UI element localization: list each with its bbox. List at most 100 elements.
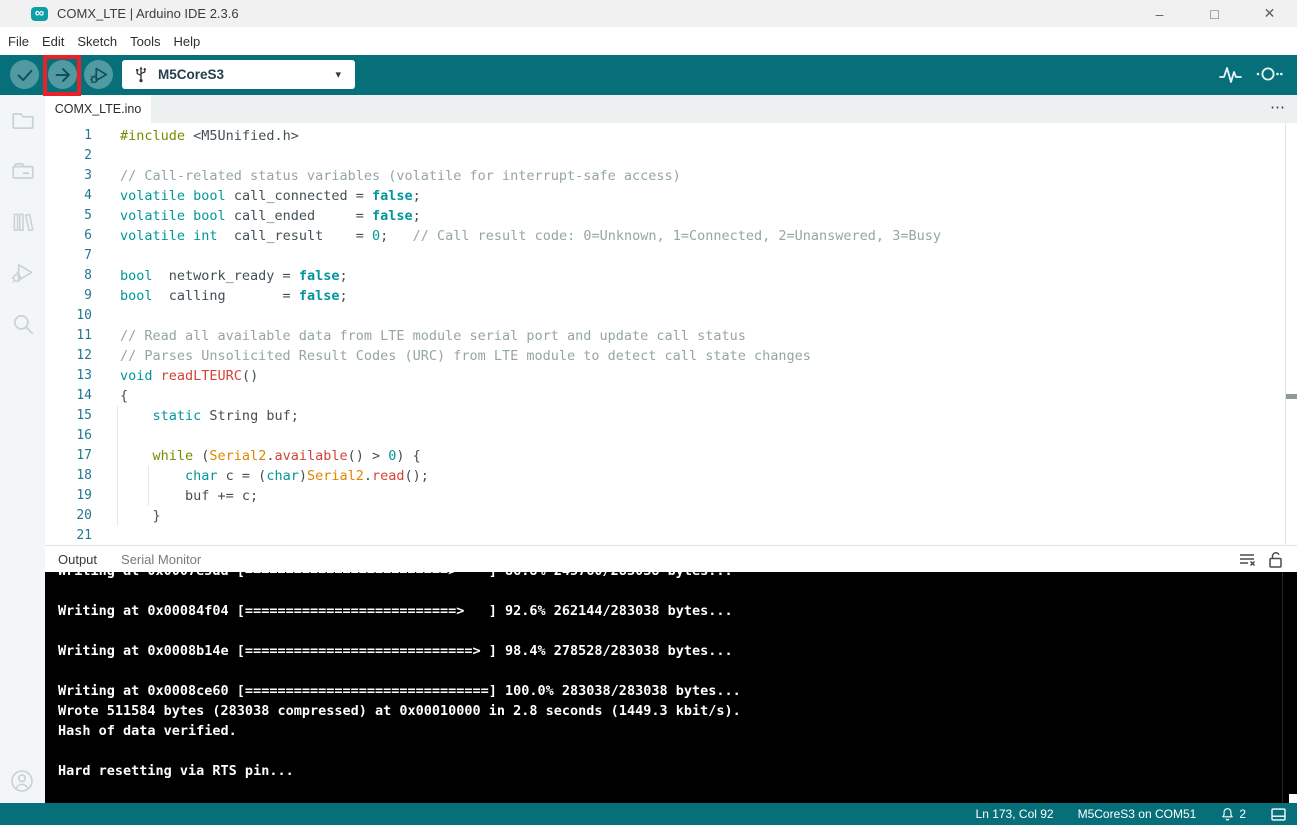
line-number: 5 (84, 208, 92, 223)
indent-guide (117, 446, 118, 466)
menu-help[interactable]: Help (173, 34, 200, 49)
code-line-text: char c = (char)Serial2.read(); (117, 466, 1297, 486)
console-line: Hard resetting via RTS pin... (58, 763, 294, 779)
line-number: 10 (76, 308, 92, 323)
code-line-text: #include <M5Unified.h> (120, 128, 299, 144)
account-icon[interactable] (9, 768, 35, 794)
code-line[interactable]: 9 bool calling = false; (45, 286, 1297, 306)
serial-plotter-icon[interactable] (1218, 63, 1243, 87)
tab-serial-monitor[interactable]: Serial Monitor (121, 552, 201, 567)
indent-guide (117, 426, 118, 446)
search-icon[interactable] (10, 311, 36, 337)
editor-scrollbar-marker (1286, 394, 1297, 399)
console-line: Writing at 0x0007e5dd [=================… (58, 572, 1297, 581)
code-line-text: volatile bool call_ended = false; (120, 208, 421, 224)
autoscroll-lock-icon[interactable] (1267, 550, 1284, 569)
line-number: 1 (84, 128, 92, 143)
editor-scrollbar[interactable] (1285, 123, 1286, 545)
code-line[interactable]: 17 while (Serial2.available() > 0) { (45, 446, 1297, 466)
code-editor[interactable]: 1 #include <M5Unified.h> 2 3 // Call-related… (45, 123, 1297, 545)
line-number: 8 (84, 268, 92, 283)
code-line-text (120, 526, 1297, 545)
board-selector[interactable]: M5CoreS3 ▾ (122, 60, 355, 89)
code-line-text (120, 306, 1297, 326)
line-number: 15 (76, 408, 92, 423)
toggle-panel-button[interactable] (1270, 807, 1287, 822)
menu-bar: File Edit Sketch Tools Help (0, 27, 1297, 55)
tabbar-more-menu[interactable]: ⋯ (1270, 98, 1285, 116)
debug-button[interactable] (84, 60, 113, 89)
serial-monitor-icon[interactable] (1255, 63, 1283, 87)
line-number: 13 (76, 368, 92, 383)
code-line[interactable]: 21 (45, 526, 1297, 545)
chevron-down-icon: ▾ (335, 69, 341, 81)
toggle-panel-icon (1271, 807, 1286, 821)
code-line[interactable]: 18 char c = (char)Serial2.read(); (45, 466, 1297, 486)
cursor-position[interactable]: Ln 173, Col 92 (976, 807, 1054, 821)
code-line[interactable]: 15 static String buf; (45, 406, 1297, 426)
indent-guide (117, 486, 118, 506)
code-line-text: volatile bool call_connected = false; (120, 188, 421, 204)
console-resize-corner[interactable] (1289, 794, 1297, 803)
code-line[interactable]: 7 (45, 246, 1297, 266)
code-line-text: void readLTEURC() (120, 368, 259, 384)
code-lines: 1 #include <M5Unified.h> 2 3 // Call-related… (45, 123, 1297, 545)
code-line[interactable]: 19 buf += c; (45, 486, 1297, 506)
code-line-text: bool calling = false; (120, 288, 348, 304)
sketchbook-folder-icon[interactable] (10, 107, 36, 133)
code-line[interactable]: 8 bool network_ready = false; (45, 266, 1297, 286)
bell-icon (1222, 808, 1234, 821)
code-line[interactable]: 5 volatile bool call_ended = false; (45, 206, 1297, 226)
menu-tools[interactable]: Tools (130, 34, 160, 49)
tab-comx-lte-ino[interactable]: COMX_LTE.ino (45, 95, 151, 123)
minimize-button[interactable]: – (1132, 0, 1187, 27)
notification-count: 2 (1239, 807, 1246, 821)
code-line[interactable]: 2 (45, 146, 1297, 166)
activity-sidebar (0, 95, 45, 803)
line-number: 7 (84, 248, 92, 263)
code-line[interactable]: 20 } (45, 506, 1297, 526)
board-port-status[interactable]: M5CoreS3 on COM51 (1078, 807, 1197, 821)
code-line[interactable]: 11 // Read all available data from LTE mo… (45, 326, 1297, 346)
code-line-text: } (117, 506, 1297, 526)
code-line-text: // Parses Unsolicited Result Codes (URC)… (120, 348, 811, 364)
title-bar: ∞ COMX_LTE | Arduino IDE 2.3.6 – □ ✕ (0, 0, 1297, 27)
close-button[interactable]: ✕ (1242, 0, 1297, 27)
code-line-text: while (Serial2.available() > 0) { (117, 446, 1297, 466)
code-line-text (120, 246, 1297, 266)
verify-button[interactable] (10, 60, 39, 89)
output-console[interactable]: Writing at 0x0007e5dd [=================… (45, 572, 1297, 803)
console-scrollbar-track (1282, 572, 1283, 803)
code-line[interactable]: 4 volatile bool call_connected = false; (45, 186, 1297, 206)
menu-edit[interactable]: Edit (42, 34, 64, 49)
line-number: 9 (84, 288, 92, 303)
maximize-button[interactable]: □ (1187, 0, 1242, 27)
clear-output-icon[interactable] (1238, 550, 1257, 569)
console-text: Writing at 0x0007e5dd [=================… (58, 572, 1297, 781)
library-manager-icon[interactable] (10, 209, 36, 235)
menu-file[interactable]: File (8, 34, 29, 49)
notifications[interactable]: 2 (1220, 806, 1246, 822)
code-line[interactable]: 16 (45, 426, 1297, 446)
menu-sketch[interactable]: Sketch (77, 34, 117, 49)
console-line: Writing at 0x0008ce60 [=================… (58, 683, 741, 699)
code-line[interactable]: 12 // Parses Unsolicited Result Codes (UR… (45, 346, 1297, 366)
code-line[interactable]: 13 void readLTEURC() (45, 366, 1297, 386)
code-line[interactable]: 10 (45, 306, 1297, 326)
code-line[interactable]: 14 { (45, 386, 1297, 406)
code-line[interactable]: 6 volatile int call_result = 0; // Call r… (45, 226, 1297, 246)
indent-guide (148, 466, 149, 486)
code-line-text (120, 146, 1297, 166)
line-number: 4 (84, 188, 92, 203)
debug-icon[interactable] (10, 260, 36, 286)
line-number: 2 (84, 148, 92, 163)
boards-manager-icon[interactable] (10, 158, 36, 184)
code-line[interactable]: 1 #include <M5Unified.h> (45, 126, 1297, 146)
console-line: Writing at 0x0008b14e [=================… (58, 643, 733, 659)
arduino-ide-window: ∞ COMX_LTE | Arduino IDE 2.3.6 – □ ✕ Fil… (0, 0, 1297, 825)
usb-icon (136, 66, 147, 83)
code-line[interactable]: 3 // Call-related status variables (volat… (45, 166, 1297, 186)
tab-output[interactable]: Output (58, 552, 97, 567)
